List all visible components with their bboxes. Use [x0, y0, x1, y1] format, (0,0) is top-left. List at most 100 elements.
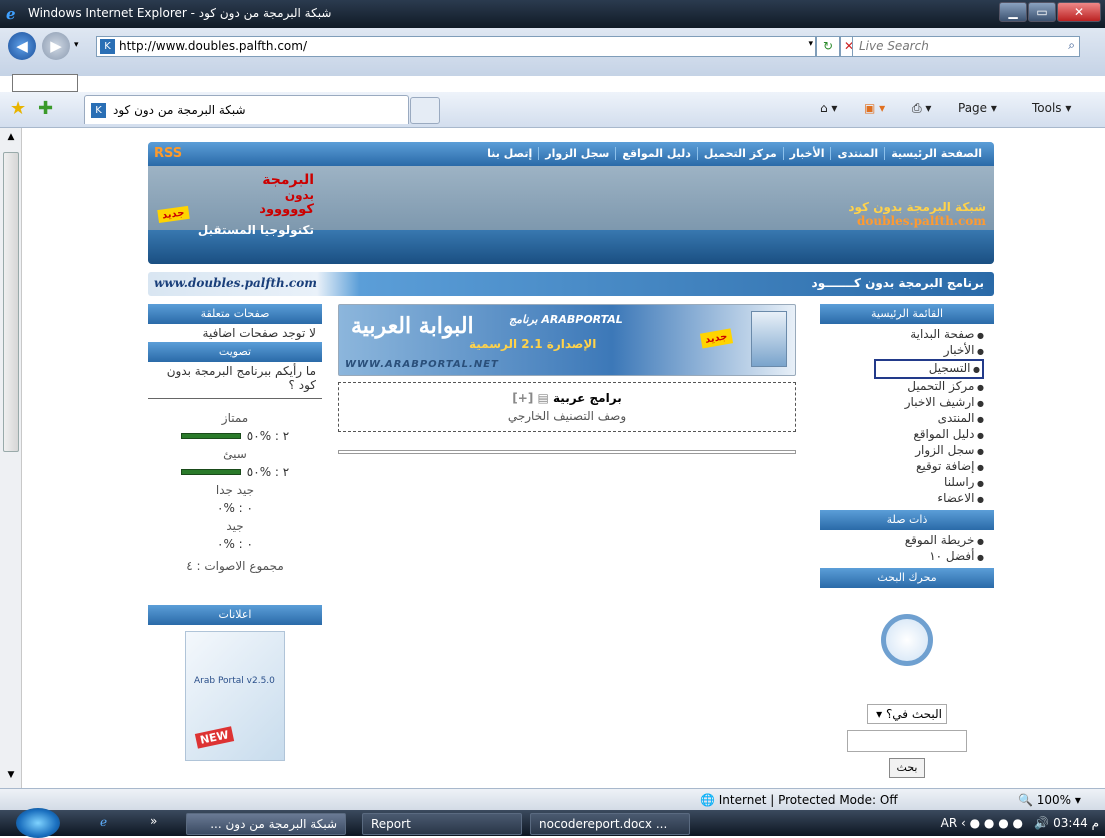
- maximize-button[interactable]: ▭: [1028, 2, 1056, 22]
- related-item-sitemap[interactable]: خريطة الموقع: [826, 533, 984, 549]
- window-title: Windows Internet Explorer - شبكة البرمجة…: [28, 6, 332, 20]
- back-button[interactable]: ◀: [8, 32, 36, 60]
- right-column: القائمة الرئيسية صفحة البداية الأخبار ال…: [820, 304, 994, 788]
- banner-new-badge: جديد: [699, 328, 733, 349]
- site-banner: RSS الصفحة الرئيسية المنتدى الأخبار مركز…: [148, 142, 994, 264]
- nav-news[interactable]: الأخبار: [782, 147, 831, 160]
- forward-button[interactable]: ▶: [42, 32, 70, 60]
- rss-link[interactable]: RSS: [154, 146, 182, 161]
- ad-text: Arab Portal v2.5.0: [194, 676, 275, 686]
- minimize-button[interactable]: ▁: [999, 2, 1027, 22]
- site-name-en: doubles.palfth.com: [857, 214, 986, 228]
- favorites-star-icon[interactable]: ★: [10, 98, 26, 119]
- ie-quicklaunch-icon[interactable]: ℯ: [100, 815, 107, 829]
- tab-bar: ★ ✚ K شبكة البرمجة من دون كود ⌂ ▾ ▣ ▾ ⎙ …: [0, 92, 1105, 128]
- poll-bar: [180, 469, 241, 475]
- language-indicator[interactable]: AR: [941, 816, 958, 830]
- ie-icon: ℯ: [6, 5, 16, 23]
- program-strip-text: برنامج البرمجة بدون كـــــــود: [811, 276, 984, 290]
- category-title[interactable]: برامج عربية: [553, 391, 622, 405]
- nav-downloads[interactable]: مركز التحميل: [696, 147, 783, 160]
- related-pages-header: صفحات متعلقة: [148, 304, 322, 324]
- zoom-control[interactable]: 🔍 100% ▾: [1018, 793, 1081, 807]
- poll-header: تصويت: [148, 342, 322, 362]
- tab-current[interactable]: K شبكة البرمجة من دون كود: [84, 95, 409, 124]
- print-icon[interactable]: ⎙ ▾: [912, 101, 931, 116]
- system-tray: AR ‹ ● ● ● ● 🔊 03:44 م: [941, 816, 1099, 830]
- new-tab-button[interactable]: [410, 97, 440, 124]
- menu-item-guestbook[interactable]: سجل الزوار: [826, 443, 984, 459]
- menu-item-members[interactable]: الاعضاء: [826, 491, 984, 507]
- tray-icons[interactable]: ‹ ● ● ● ● 🔊: [961, 816, 1053, 830]
- taskbar: ℯ » شبكة البرمجة من دون ... Report nocod…: [0, 808, 1105, 838]
- tools-menu[interactable]: Tools ▾: [1032, 101, 1071, 115]
- poll-result: ٠ : %٠: [148, 535, 322, 553]
- menu-item-archive[interactable]: ارشيف الاخبار: [826, 395, 984, 411]
- scroll-down-icon[interactable]: ▼: [3, 770, 19, 780]
- home-icon[interactable]: ⌂ ▾: [820, 101, 837, 115]
- poll-value: ٠ : %٠: [217, 501, 253, 515]
- search-input[interactable]: Live Search ⌕: [852, 36, 1080, 57]
- nav-guestbook[interactable]: سجل الزوار: [538, 147, 615, 160]
- address-input[interactable]: K http://www.doubles.palfth.com/ ▾: [96, 36, 816, 57]
- quicklaunch-chevron-icon[interactable]: »: [150, 814, 157, 828]
- arabportal-banner[interactable]: البوابة العربية برنامج ARABPORTAL الإصدا…: [338, 304, 796, 376]
- security-zone[interactable]: 🌐 Internet | Protected Mode: Off: [700, 793, 898, 807]
- site-name: شبكة البرمجة بدون كود doubles.palfth.com: [848, 200, 986, 228]
- add-favorites-icon[interactable]: ✚: [38, 98, 53, 119]
- address-toolbar: ◀ ▶ ▾ K http://www.doubles.palfth.com/ ▾…: [0, 28, 1105, 92]
- address-dropdown-icon[interactable]: ▾: [808, 39, 813, 49]
- scroll-thumb[interactable]: [3, 152, 19, 452]
- logo-tagline: تكنولوجيا المستقبل: [197, 223, 314, 237]
- related-header: ذات صلة: [820, 510, 994, 530]
- taskbar-item-report[interactable]: Report: [362, 813, 522, 835]
- poll-value: ٢ : %٥٠: [246, 465, 290, 479]
- zoom-value: 100%: [1036, 793, 1072, 807]
- menu-item-forum[interactable]: المنتدى: [826, 411, 984, 427]
- ad-image[interactable]: Arab Portal v2.5.0 NEW: [185, 631, 285, 761]
- menu-item-start[interactable]: صفحة البداية: [826, 327, 984, 343]
- poll-option-label: ممتاز: [221, 411, 249, 425]
- menu-item-register[interactable]: التسجيل: [874, 359, 984, 379]
- poll-option-label: جيد: [226, 519, 244, 533]
- menu-item-directory[interactable]: دليل المواقع: [826, 427, 984, 443]
- vertical-scrollbar[interactable]: ▲ ▼: [0, 128, 22, 788]
- nav-forum[interactable]: المنتدى: [830, 147, 884, 160]
- zone-text: Internet | Protected Mode: Off: [718, 793, 898, 807]
- poll-bar: [180, 433, 241, 439]
- site-search-button[interactable]: بحث: [889, 758, 925, 778]
- history-dropdown-icon[interactable]: ▾: [74, 40, 79, 50]
- poll-result: ٢ : %٥٠: [148, 463, 322, 481]
- tab-label: شبكة البرمجة من دون كود: [113, 103, 246, 117]
- ads-section: اعلانات Arab Portal v2.5.0 NEW: [148, 605, 322, 761]
- scroll-up-icon[interactable]: ▲: [3, 132, 19, 142]
- tab-favicon-icon: K: [91, 103, 106, 118]
- poll-result: ٠ : %٠: [148, 499, 322, 517]
- logo-line2: بدون: [284, 188, 314, 202]
- nav-contact[interactable]: إتصل بنا: [481, 147, 538, 160]
- close-button[interactable]: ✕: [1057, 2, 1101, 22]
- poll-total: مجموع الاصوات : ٤: [186, 559, 284, 573]
- menu-item-downloads[interactable]: مركز التحميل: [826, 379, 984, 395]
- menu-item-news[interactable]: الأخبار: [826, 343, 984, 359]
- poll-option-label: سيئ: [223, 447, 247, 461]
- center-column: البوابة العربية برنامج ARABPORTAL الإصدا…: [338, 304, 796, 454]
- taskbar-item-browser[interactable]: شبكة البرمجة من دون ...: [186, 813, 346, 835]
- start-button[interactable]: [16, 808, 60, 838]
- menu-item-signature[interactable]: إضافة توقيع: [826, 459, 984, 475]
- clock[interactable]: 03:44 م: [1053, 816, 1099, 830]
- taskbar-item-docx[interactable]: nocodereport.docx ...: [530, 813, 690, 835]
- page-menu[interactable]: Page ▾: [958, 101, 997, 115]
- menu-item-contact[interactable]: راسلنا: [826, 475, 984, 491]
- related-item-top10[interactable]: أفضل ١٠: [826, 549, 984, 565]
- site-search-input[interactable]: [847, 730, 967, 752]
- search-scope-select[interactable]: البحث في؟ ▾: [867, 704, 947, 724]
- feeds-icon[interactable]: ▣ ▾: [864, 101, 885, 115]
- site-nav-bar: RSS الصفحة الرئيسية المنتدى الأخبار مركز…: [148, 142, 994, 166]
- poll-value: ٢ : %٥٠: [246, 429, 290, 443]
- nav-home[interactable]: الصفحة الرئيسية: [884, 147, 988, 160]
- refresh-button[interactable]: ↻: [816, 36, 840, 57]
- nav-directory[interactable]: دليل المواقع: [615, 147, 697, 160]
- search-icon[interactable]: ⌕: [1068, 38, 1075, 53]
- address-url: http://www.doubles.palfth.com/: [119, 39, 307, 53]
